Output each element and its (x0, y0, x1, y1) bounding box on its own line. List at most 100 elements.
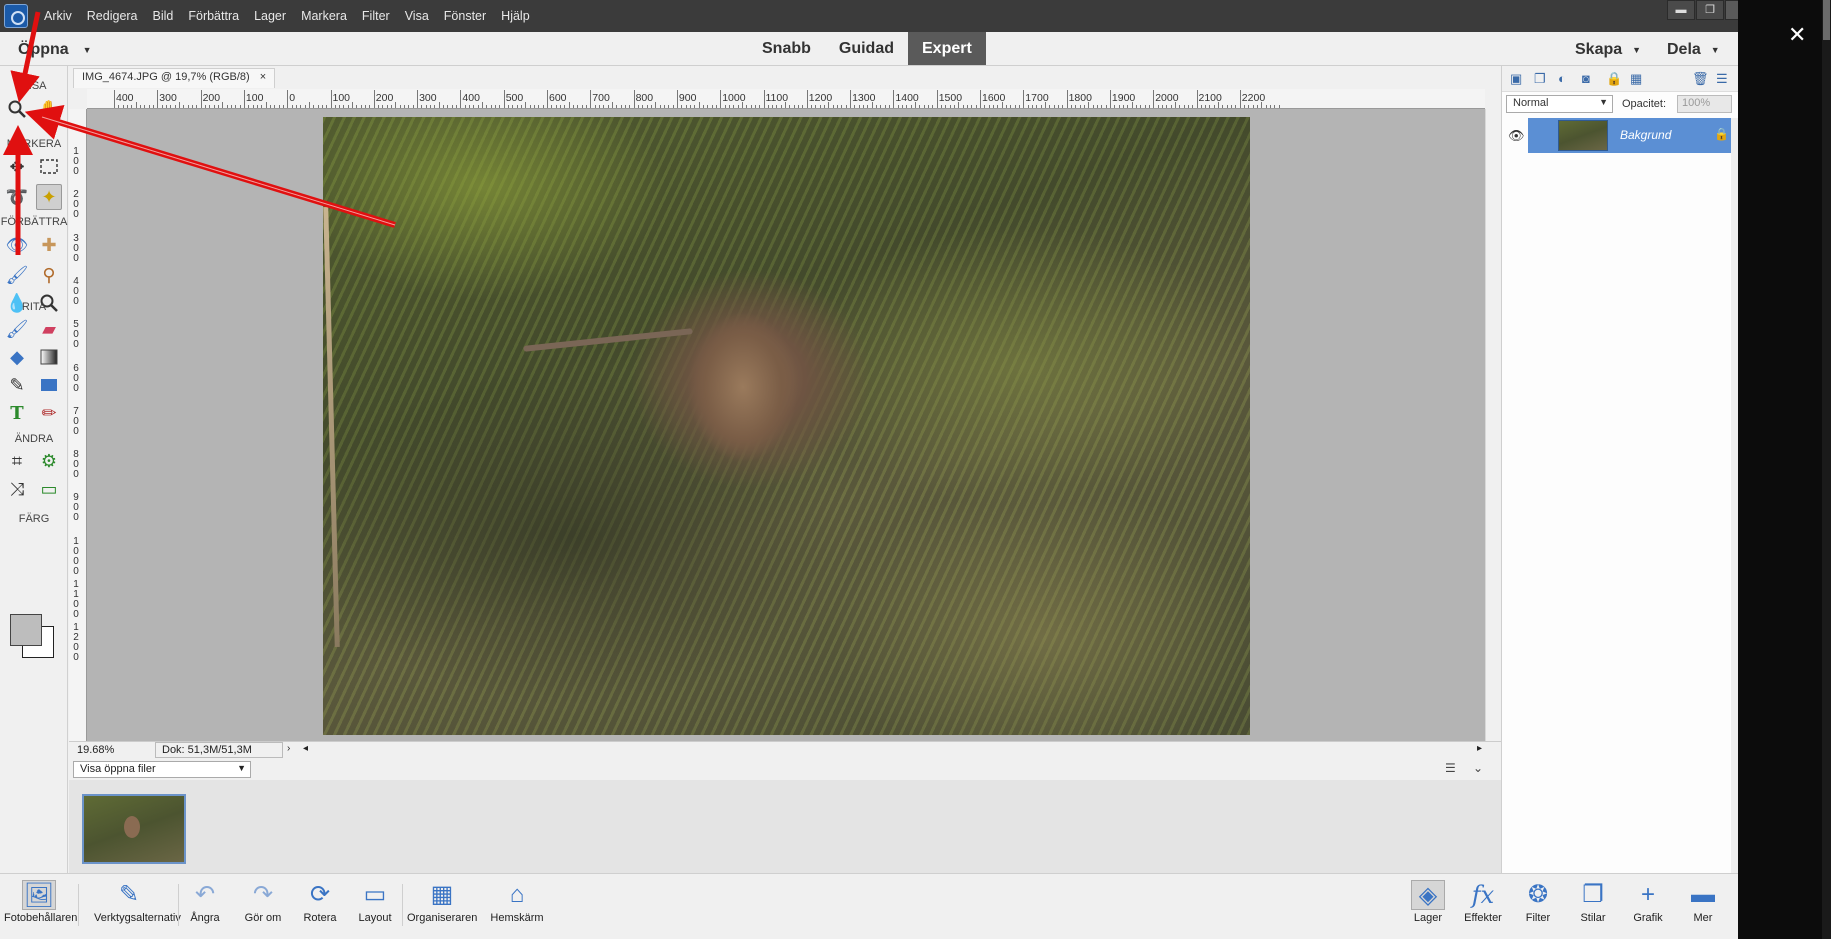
home-screen-button[interactable]: ⌂ Hemskärm (482, 880, 552, 924)
ruler-h-tick (1040, 105, 1042, 108)
ruler-h-tick (339, 105, 341, 108)
panel-menu-icon[interactable]: ☰ (1716, 71, 1728, 87)
canvas-area[interactable] (87, 109, 1485, 741)
zoom-level[interactable]: 19.68% (77, 744, 114, 756)
close-tab-icon[interactable]: × (260, 71, 266, 83)
layer-row-background[interactable]: Bakgrund 🔒 (1528, 118, 1731, 153)
restore-button[interactable]: ❐ (1696, 0, 1724, 20)
document-tab[interactable]: IMG_4674.JPG @ 19,7% (RGB/8) × (73, 68, 276, 88)
menu-redigera[interactable]: Redigera (87, 9, 138, 23)
ruler-h-tick (421, 105, 423, 108)
ruler-h-label: 100 (332, 92, 351, 104)
blend-mode-select[interactable]: Normal ▼ (1506, 95, 1613, 113)
move-tool-icon[interactable]: ✥ (4, 154, 30, 180)
crop-tool-icon[interactable]: ⌗ (4, 448, 30, 474)
open-button[interactable]: Öppna ▼ (18, 41, 92, 59)
photo-bin-button[interactable]: 🖼 Fotobehållaren (4, 880, 77, 924)
minimize-button[interactable]: ▬ (1667, 0, 1695, 20)
new-group-icon[interactable]: ❐ (1534, 71, 1546, 87)
ruler-h-tick (304, 105, 306, 108)
close-window-button[interactable]: ✕ (1725, 0, 1738, 20)
layers-icon-row: ▣ ❐ ◐ ◙ 🔒 ▦ 🗑 ☰ (1502, 66, 1738, 92)
foreground-color-swatch[interactable] (10, 614, 42, 646)
lasso-tool-icon[interactable]: ➰ (4, 184, 30, 210)
content-aware-move-icon[interactable]: ⤨ (4, 476, 30, 502)
brush-tool-icon[interactable]: 🖌 (4, 316, 30, 342)
delete-layer-icon[interactable]: 🗑 (1692, 71, 1709, 87)
photo-bin-thumbnail[interactable] (82, 794, 186, 864)
tab-expert[interactable]: Expert (908, 32, 986, 65)
eye-tool-icon[interactable]: 👁 (4, 232, 30, 258)
ruler-h-tick (482, 102, 484, 108)
magic-wand-tool-icon[interactable]: ✦ (36, 184, 62, 210)
collapse-bin-icon[interactable]: ⌄ (1473, 761, 1483, 775)
tab-guidad[interactable]: Guidad (825, 32, 908, 66)
adjustment-layer-icon[interactable]: ◐ (1558, 71, 1566, 86)
ruler-h-tick (508, 105, 510, 108)
bandaid-tool-icon[interactable]: ✚ (36, 232, 62, 258)
menu-markera[interactable]: Markera (301, 9, 347, 23)
share-button[interactable]: Dela ▼ (1667, 41, 1720, 59)
layer-lock-icon[interactable]: 🔒 (1714, 127, 1729, 141)
text-tool-icon[interactable]: T (4, 400, 30, 426)
ruler-h-tick (265, 102, 267, 108)
smart-brush-icon[interactable]: 🖌 (4, 262, 30, 288)
ruler-h-tick (534, 105, 535, 108)
menu-lager[interactable]: Lager (254, 9, 286, 23)
menu-fonster[interactable]: Fönster (444, 9, 486, 23)
bin-menu-icon[interactable]: ☰ (1445, 761, 1456, 775)
scroll-left-icon[interactable]: ◂ (303, 743, 308, 754)
layout-button[interactable]: ▭ Layout (340, 880, 410, 924)
eraser-tool-icon[interactable]: ▰ (36, 316, 62, 342)
layer-visibility-eye-icon[interactable]: 👁 (1508, 128, 1525, 144)
eyedropper-tool-icon[interactable]: ✎ (4, 372, 30, 398)
ruler-h-tick (577, 105, 579, 108)
vertical-scrollbar[interactable] (1485, 109, 1501, 741)
ruler-h-tick (992, 105, 994, 108)
menu-visa[interactable]: Visa (405, 9, 429, 23)
tab-snabb[interactable]: Snabb (748, 32, 825, 66)
hand-tool-icon[interactable]: ✋ (36, 96, 62, 122)
more-icon: ▬ (1691, 881, 1715, 908)
shape-tool-icon[interactable] (36, 372, 62, 398)
gradient-tool-icon[interactable] (36, 344, 62, 370)
chevron-right-icon[interactable]: › (287, 743, 290, 754)
clone-stamp-icon[interactable]: ⚲ (36, 262, 62, 288)
lock-all-icon[interactable]: 🔒 (1606, 71, 1622, 87)
ruler-h-tick (759, 105, 761, 108)
ruler-h-tick (443, 105, 445, 108)
tool-options-button[interactable]: ✎ Verktygsalternativ (94, 880, 181, 924)
ruler-h-label: 500 (505, 92, 524, 104)
lock-transparent-icon[interactable]: ▦ (1630, 71, 1642, 87)
overlay-close-icon[interactable]: ✕ (1788, 24, 1806, 46)
ruler-h-tick (867, 105, 869, 108)
opacity-field[interactable]: 100% (1677, 95, 1732, 113)
menu-bild[interactable]: Bild (153, 9, 174, 23)
menu-hjalp[interactable]: Hjälp (501, 9, 530, 23)
menu-filter[interactable]: Filter (362, 9, 390, 23)
menu-arkiv[interactable]: Arkiv (44, 9, 72, 23)
divider (78, 884, 79, 926)
ruler-h-label: 400 (462, 92, 480, 104)
overlay-scrollbar[interactable] (1822, 0, 1831, 939)
straighten-tool-icon[interactable]: ▭ (36, 476, 62, 502)
organizer-button[interactable]: ▦ Organiseraren (407, 880, 477, 924)
new-layer-icon[interactable]: ▣ (1510, 71, 1522, 87)
overlay-scroll-thumb[interactable] (1823, 0, 1830, 40)
pencil-tool-icon[interactable]: ✏ (36, 400, 62, 426)
layer-mask-icon[interactable]: ◙ (1582, 71, 1590, 86)
ruler-h-tick (152, 105, 154, 108)
marquee-tool-icon[interactable] (36, 154, 62, 180)
recompose-tool-icon[interactable]: ⚙ (36, 448, 62, 474)
scroll-right-icon[interactable]: ▸ (1477, 743, 1482, 754)
document-image[interactable] (323, 117, 1250, 735)
ruler-h-tick (971, 105, 973, 108)
layers-scrollbar[interactable] (1731, 118, 1738, 873)
more-label: Mer (1693, 912, 1713, 924)
create-button[interactable]: Skapa ▼ (1575, 41, 1641, 59)
menu-forbattra[interactable]: Förbättra (188, 9, 239, 23)
zoom-tool-icon[interactable] (4, 96, 30, 122)
more-button[interactable]: ▬ Mer (1668, 880, 1738, 924)
paint-bucket-icon[interactable]: ◆ (4, 344, 30, 370)
photo-bin-select[interactable]: Visa öppna filer ▼ (73, 761, 251, 778)
